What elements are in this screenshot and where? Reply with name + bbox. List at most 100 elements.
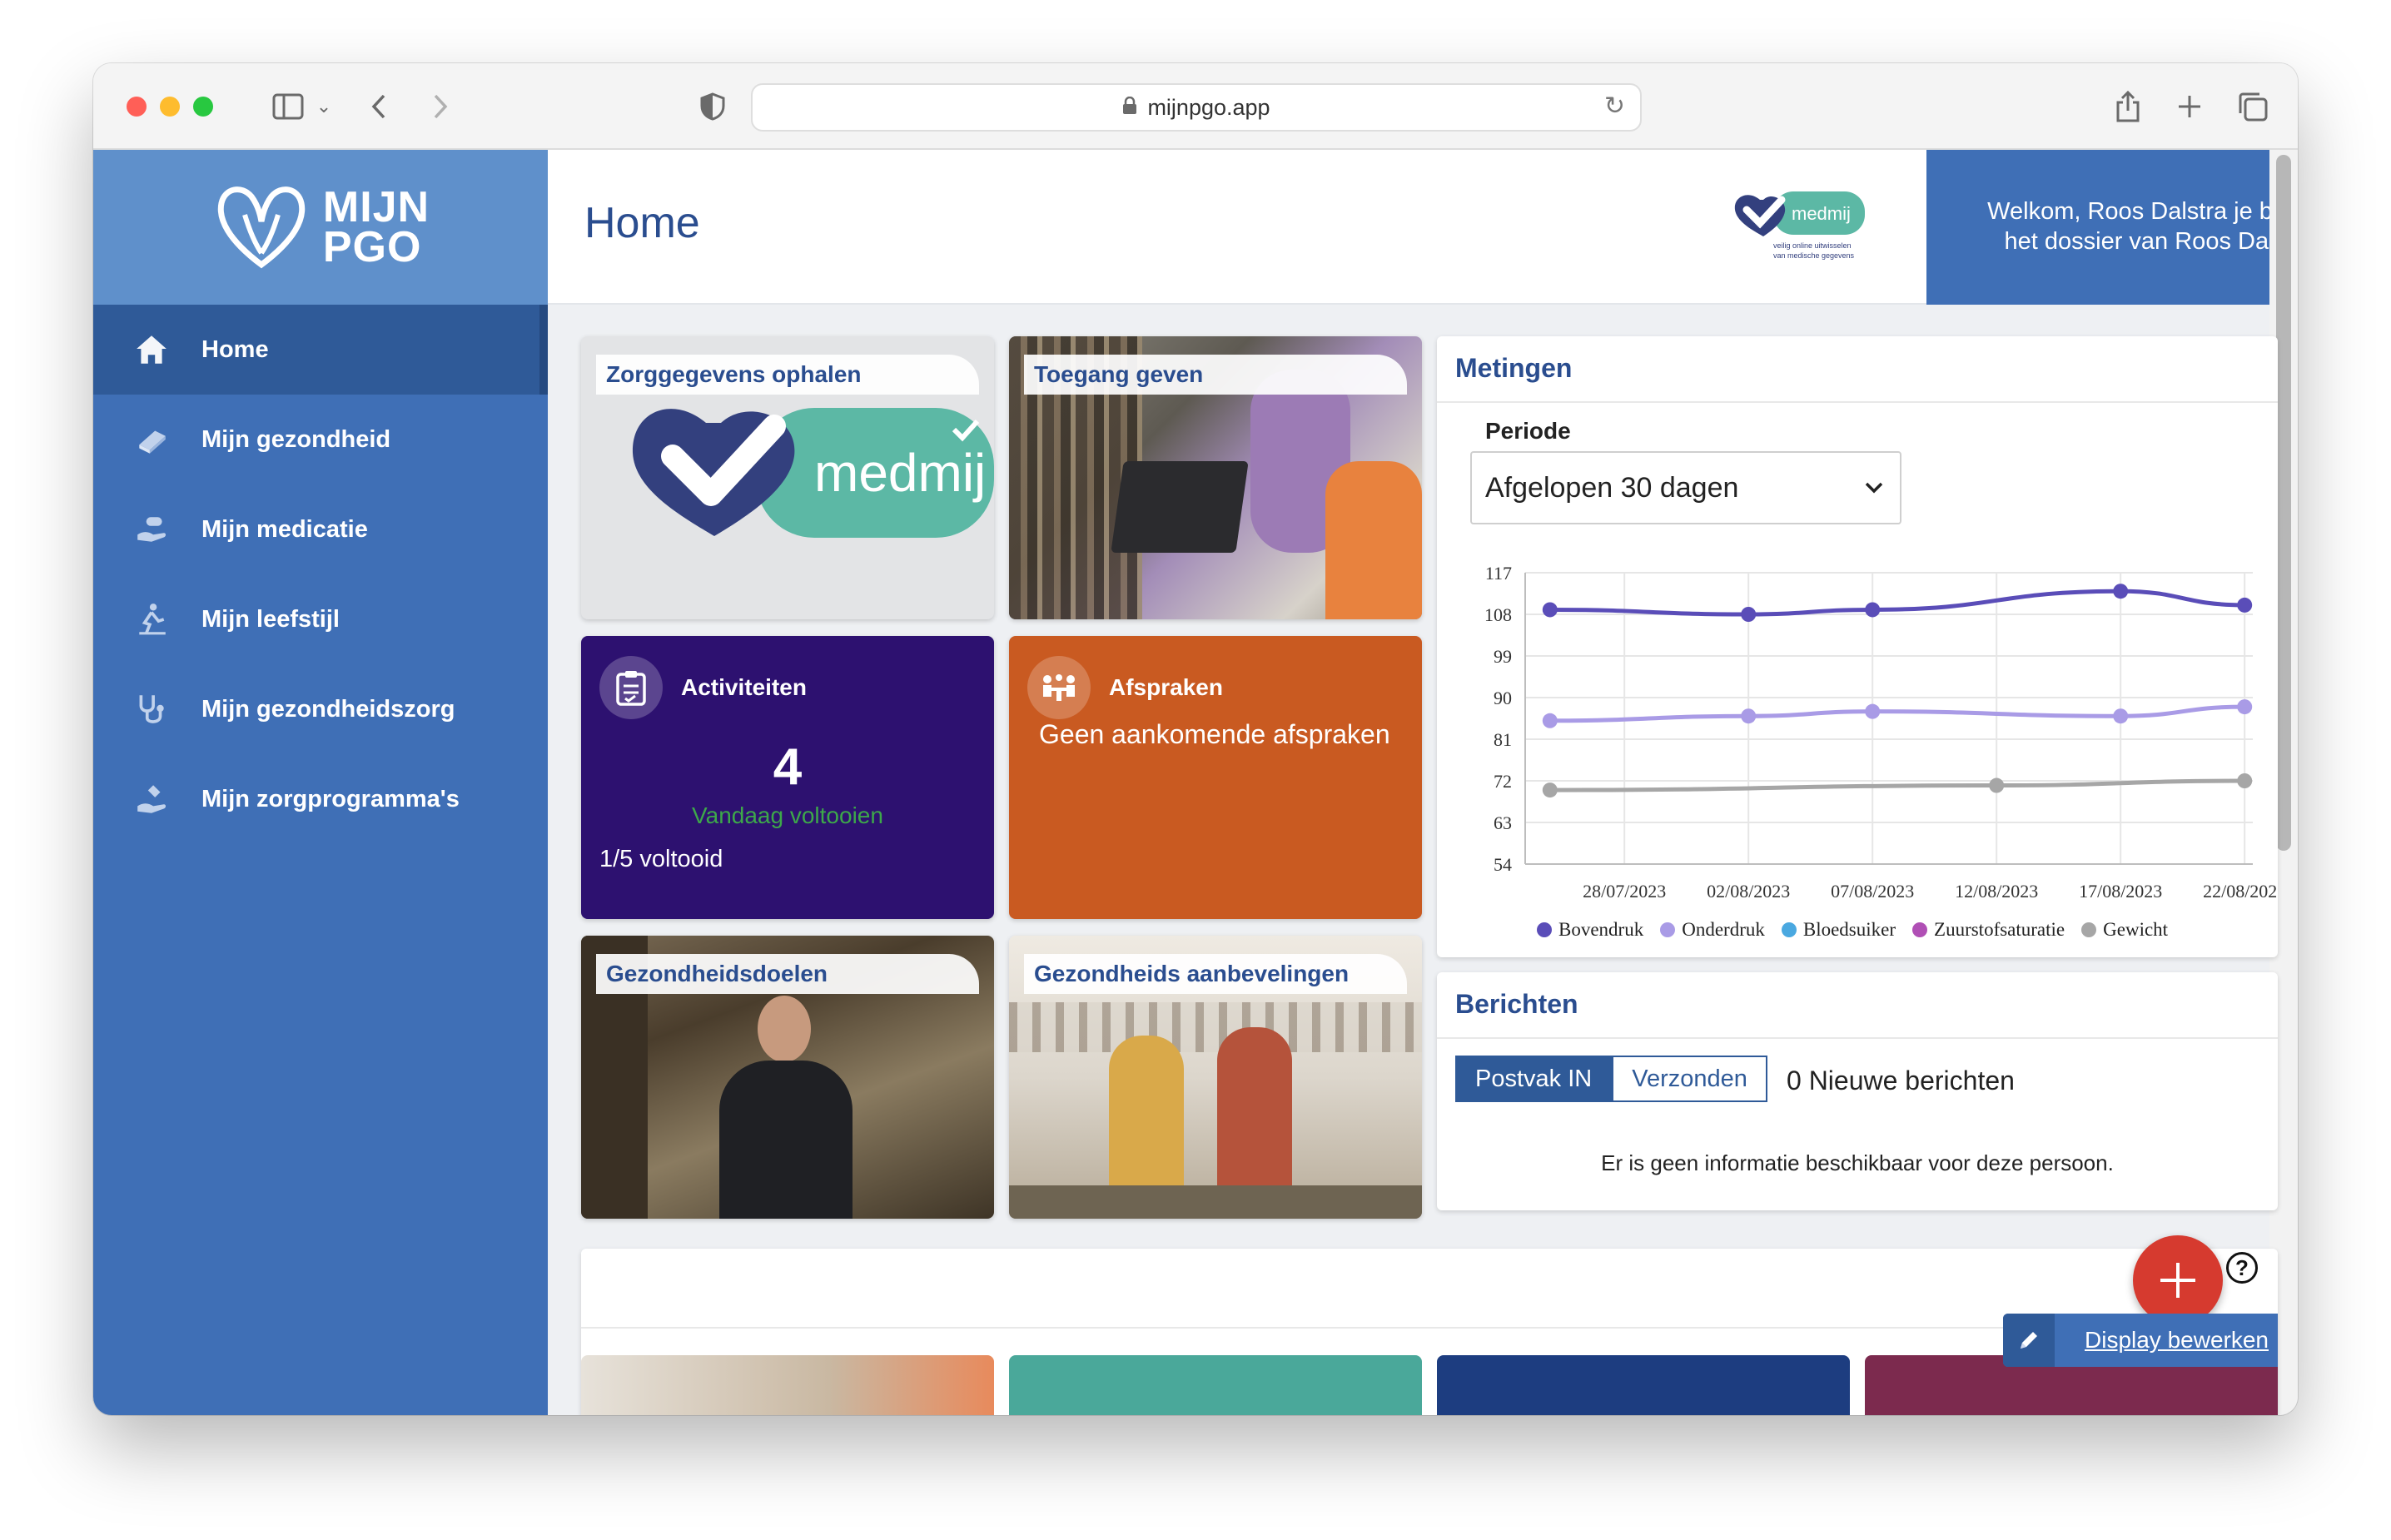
period-select[interactable]: Afgelopen 30 dagen (1470, 451, 1901, 524)
chevron-down-icon (1865, 473, 1883, 499)
activity-subtitle: Vandaag voltooien (692, 802, 883, 828)
photo-face (758, 996, 811, 1062)
page-header: Home medmij veilig online uitwisselen va… (548, 150, 2298, 305)
berichten-card: Berichten Postvak IN Verzonden 0 Nieuwe … (1437, 972, 2278, 1210)
medmij-logo[interactable]: medmij veilig online uitwisselen van med… (1730, 188, 1872, 267)
tile-partial-teal[interactable] (1009, 1355, 1422, 1415)
photo-shelves (1009, 1002, 1422, 1052)
legend-dot (1912, 922, 1928, 937)
photo-counter (1009, 1185, 1422, 1219)
back-icon[interactable] (358, 87, 400, 127)
close-window-button[interactable] (127, 97, 147, 117)
divider (1437, 1037, 2278, 1039)
series-point (2113, 584, 2129, 599)
tile-label: Gezondheids aanbevelingen (1024, 954, 1407, 994)
legend-label: Gewicht (2103, 919, 2169, 940)
sidebar-item-label: Mijn gezondheid (201, 425, 391, 453)
legend-dot (1660, 922, 1676, 937)
stethoscope-icon (127, 692, 176, 727)
legend-dot (2081, 922, 2097, 937)
legend-label: Bovendruk (1558, 919, 1644, 940)
divider (1437, 401, 2278, 403)
help-icon[interactable]: ? (2226, 1252, 2258, 1284)
tile-label: Gezondheidsdoelen (596, 954, 979, 994)
pencil-icon (2003, 1314, 2055, 1367)
legend-item[interactable]: Onderdruk (1660, 919, 1765, 941)
series-point (1542, 782, 1558, 798)
series-point (1741, 607, 1757, 622)
scrollbar-thumb[interactable] (2276, 155, 2291, 851)
mijnpgo-logo-icon (217, 186, 306, 269)
tile-title: Activiteiten (681, 674, 807, 700)
series-point (2237, 597, 2253, 613)
series-line (1549, 778, 2245, 792)
logo-text: MIJN PGO (322, 186, 430, 271)
add-button[interactable] (2133, 1235, 2223, 1325)
y-tick-label: 81 (1494, 729, 1512, 750)
chevron-down-icon[interactable]: ⌄ (311, 87, 336, 127)
url-text: mijnpgo.app (1147, 94, 1270, 120)
card-title: Metingen (1455, 353, 1573, 383)
welcome-text: Welkom, Roos Dalstra je bekijkt het doss… (1945, 196, 2298, 256)
plus-icon (2160, 1263, 2195, 1298)
welcome-line-1: Welkom, Roos Dalstra je bekijkt (1987, 198, 2298, 225)
address-bar[interactable]: mijnpgo.app ↻ (751, 83, 1642, 132)
photo-laptop (1111, 461, 1249, 553)
series-point (1989, 777, 2005, 793)
tile-gezondheidsdoelen[interactable]: Gezondheidsdoelen (581, 936, 994, 1219)
logo-line-2: PGO (322, 223, 422, 271)
maximize-window-button[interactable] (193, 97, 213, 117)
tile-afspraken[interactable]: Afspraken Geen aankomende afspraken (1009, 636, 1422, 919)
page-title: Home (584, 199, 700, 247)
sidebar-item-label: Mijn gezondheidszorg (201, 695, 455, 723)
medmij-tagline-2: van medische gegevens (1773, 251, 1855, 260)
tile-toegang-geven[interactable]: Toegang geven (1009, 336, 1422, 619)
mijnpgo-logo[interactable]: MIJN PGO (93, 150, 548, 305)
legend-dot (1781, 922, 1797, 937)
forward-icon[interactable] (420, 87, 461, 127)
sidebar-item-label: Home (201, 335, 269, 363)
sidebar-item-mijn-gezondheidszorg[interactable]: Mijn gezondheidszorg (93, 664, 548, 754)
series-line (1549, 704, 2245, 723)
x-tick-label: 22/08/2023 (2203, 881, 2278, 902)
tile-zorggegevens-ophalen[interactable]: medmij Zorggegevens ophalen (581, 336, 994, 619)
sidebar-item-mijn-medicatie[interactable]: Mijn medicatie (93, 484, 548, 574)
tile-partial-photo[interactable] (581, 1355, 994, 1415)
edit-display-button[interactable]: Display bewerken (2003, 1314, 2278, 1367)
sidebar-item-mijn-leefstijl[interactable]: Mijn leefstijl (93, 574, 548, 664)
sidebar-item-mijn-zorgprogrammas[interactable]: Mijn zorgprogramma's (93, 754, 548, 844)
new-tab-icon[interactable] (2170, 87, 2210, 127)
tab-verzonden[interactable]: Verzonden (1612, 1056, 1767, 1102)
welcome-line-2: het dossier van Roos Daalstra (2004, 228, 2298, 255)
measurements-chart: 54 63 72 81 90 99 108 117 28/07/2023 02/08/2023 07… (1484, 563, 2278, 902)
legend-dot (1537, 922, 1552, 937)
home-icon (127, 332, 176, 367)
share-icon[interactable] (2108, 87, 2148, 127)
sidebar-item-home[interactable]: Home (93, 305, 548, 395)
legend-item[interactable]: Bovendruk (1537, 919, 1643, 941)
sidebar-item-mijn-gezondheid[interactable]: Mijn gezondheid (93, 395, 548, 484)
empty-state-message: Er is geen informatie beschikbaar voor d… (1601, 1150, 2114, 1175)
series-point (2113, 708, 2129, 724)
edit-display-label: Display bewerken (2085, 1327, 2269, 1353)
tab-postvak-in[interactable]: Postvak IN (1455, 1056, 1613, 1102)
x-tick-label: 17/08/2023 (2079, 881, 2162, 902)
minimize-window-button[interactable] (160, 97, 180, 117)
x-tick-label: 02/08/2023 (1707, 881, 1790, 902)
reload-icon[interactable]: ↻ (1604, 92, 1625, 121)
tile-partial-blue[interactable] (1437, 1355, 1850, 1415)
card-title: Berichten (1455, 989, 1578, 1019)
shield-icon[interactable] (693, 87, 733, 127)
browser-toolbar: ⌄ mijnpgo.app ↻ (93, 63, 2298, 150)
tabs-overview-icon[interactable] (2233, 87, 2273, 127)
legend-item[interactable]: Gewicht (2081, 919, 2168, 941)
tile-gezondheids-aanbevelingen[interactable]: Gezondheids aanbevelingen (1009, 936, 1422, 1219)
y-tick-label: 63 (1494, 812, 1512, 833)
legend-label: Onderdruk (1682, 919, 1765, 940)
sidebar-toggle-icon[interactable] (268, 87, 308, 127)
medmij-logo-text: medmij (1792, 203, 1851, 224)
legend-item[interactable]: Bloedsuiker (1781, 919, 1896, 941)
medication-hand-icon (127, 512, 176, 547)
tile-activiteiten[interactable]: Activiteiten 4 Vandaag voltooien 1/5 vol… (581, 636, 994, 919)
legend-item[interactable]: Zuurstofsaturatie (1912, 919, 2065, 941)
